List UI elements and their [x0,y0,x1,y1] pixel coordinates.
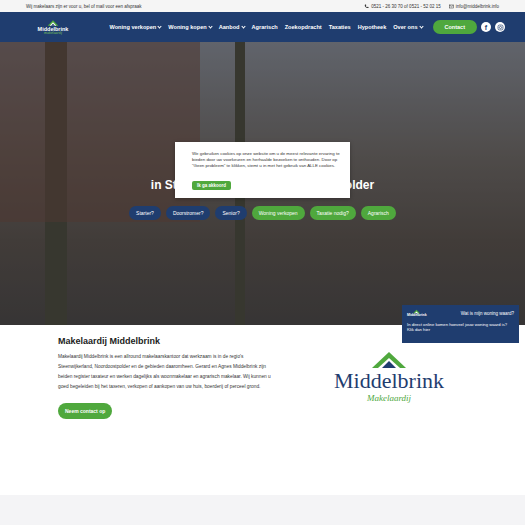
about-section: Makelaardij Middelbrink Makelaardij Midd… [0,325,525,495]
contact-cta-button[interactable]: Neem contact op [58,403,112,419]
facebook-icon[interactable]: f [481,22,491,32]
hero-buttons: Starter? Doorstromer? Senior? Woning verkop… [129,206,396,220]
phone-icon [364,4,369,9]
instagram-icon [497,24,504,31]
widget-text: In direct online komen hoeveel jouw woni… [407,322,514,333]
brand-tagline: Makelaardij [367,394,411,403]
menu-item[interactable]: Zoekopdracht [285,24,322,30]
instagram-link[interactable] [495,22,505,32]
house-logo-icon [46,19,60,27]
hero-button[interactable]: Agrarisch [361,206,396,220]
top-bar: Wij makelaars zijn er voor u, bel of mai… [0,0,525,12]
accept-button[interactable]: Ik ga akkoord [192,181,231,190]
page: Wij makelaars zijn er voor u, bel of mai… [0,0,525,525]
widget-title: Wat is mijn woning waard? [461,311,514,316]
top-message: Wij makelaars zijn er voor u, bel of mai… [26,4,142,9]
hero-button[interactable]: Taxatie nodig? [310,206,356,220]
email[interactable]: info@middelbrink.info [449,4,499,9]
contact-button[interactable]: Contact [433,20,477,34]
chevron-icon [419,24,423,28]
mail-icon [449,4,454,9]
hero-button[interactable]: Doorstromer? [166,206,211,220]
phone[interactable]: 0521 - 26 30 70 of 0521 - 52 02 15 [364,4,440,9]
valuation-widget[interactable]: Middelbrink Wat is mijn woning waard? In… [402,305,519,343]
chevron-icon [158,24,162,28]
menu-item[interactable]: Woning kopen [168,24,211,30]
about-text: Makelaardij Middelbrink is een allround … [58,352,278,392]
cookie-text: We gebruiken cookies op onze website om … [192,151,340,169]
hero-button[interactable]: Woning verkopen [252,206,305,220]
logo[interactable]: Middelbrink makelaardij [30,19,76,36]
menu-item[interactable]: Taxaties [329,24,351,30]
brand-logo: Middelbrink Makelaardij [298,336,480,495]
logo-tagline: makelaardij [44,32,62,36]
menu-item[interactable]: Woning verkopen [109,24,161,30]
house-logo-icon [369,350,409,370]
footer-strip [0,495,525,525]
widget-logo: Middelbrink [407,309,427,318]
chevron-icon [241,24,245,28]
cookie-dialog: We gebruiken cookies op onze website om … [175,142,350,198]
hero-button[interactable]: Senior? [215,206,246,220]
menu: Woning verkopen Woning kopen Aanbod Agra… [80,24,423,30]
menu-item[interactable]: Over ons [393,24,422,30]
chevron-icon [208,24,212,28]
about-title: Makelaardij Middelbrink [58,336,278,346]
hero: in Steenwijkerland en Noordoostpolder St… [0,42,525,325]
hero-button[interactable]: Starter? [129,206,161,220]
brand-name: Middelbrink [334,370,444,392]
navbar: Middelbrink makelaardij Woning verkopen … [0,12,525,42]
menu-item[interactable]: Agrarisch [252,24,278,30]
menu-item[interactable]: Aanbod [219,24,245,30]
menu-item[interactable]: Hypotheek [358,24,387,30]
